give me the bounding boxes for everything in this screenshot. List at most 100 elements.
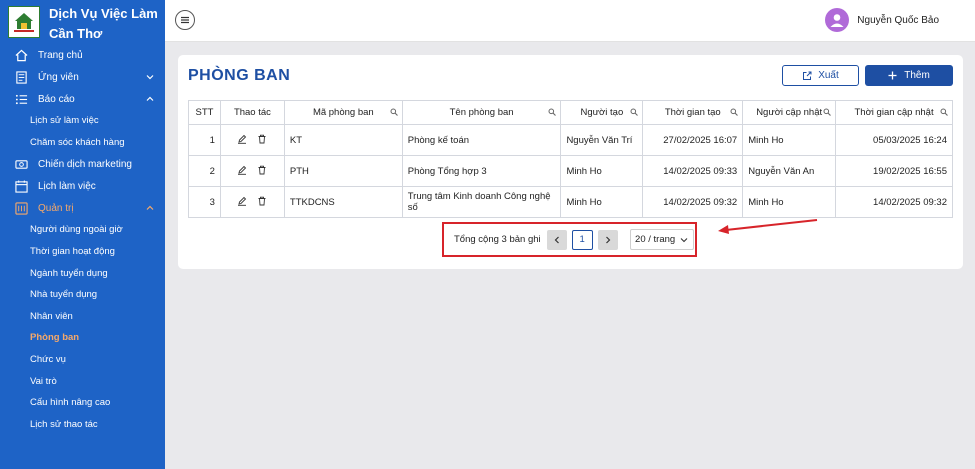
sidebar-item-positions[interactable]: Chức vụ	[0, 349, 165, 371]
sidebar-item-label: Ứng viên	[38, 71, 79, 83]
cell-created-time: 14/02/2025 09:33	[642, 155, 744, 187]
sidebar-item-roles[interactable]: Vai trò	[0, 370, 165, 392]
delete-icon[interactable]	[257, 196, 267, 206]
next-page-button[interactable]	[597, 229, 618, 250]
sidebar-item-industries[interactable]: Ngành tuyển dụng	[0, 262, 165, 284]
cell-name: Phòng Tổng hợp 3	[401, 155, 562, 187]
page-size-value: 20 / trang	[635, 234, 676, 245]
sidebar-item-operating-time[interactable]: Thời gian hoạt động	[0, 241, 165, 263]
brand-name: Dịch Vụ Việc Làm Cần Thơ	[49, 6, 158, 41]
search-icon[interactable]	[630, 108, 639, 116]
column-header-label: Mã phòng ban	[312, 107, 374, 118]
column-header-actions: Thao tác	[219, 100, 285, 125]
column-header-code[interactable]: Mã phòng ban	[283, 100, 403, 125]
cell-stt: 1	[188, 124, 221, 156]
cell-created-time: 27/02/2025 16:07	[642, 124, 744, 156]
search-icon[interactable]	[548, 108, 557, 116]
sidebar-item-action-history[interactable]: Lịch sử thao tác	[0, 414, 165, 436]
sidebar-item-departments[interactable]: Phòng ban	[0, 327, 165, 349]
chevron-down-icon	[145, 72, 155, 82]
home-icon	[14, 48, 28, 62]
delete-icon[interactable]	[257, 134, 267, 144]
search-icon[interactable]	[730, 108, 739, 116]
column-header-stt: STT	[188, 100, 221, 125]
sidebar-item-employers[interactable]: Nhà tuyển dụng	[0, 284, 165, 306]
department-table: STT Thao tác Mã phòng ban Tên phòng ban …	[188, 100, 953, 218]
cell-stt: 2	[188, 155, 221, 187]
user-menu[interactable]: Nguyễn Quốc Bảo	[825, 8, 939, 32]
column-header-label: Thời gian tạo	[664, 107, 721, 118]
cell-code: PTH	[283, 155, 403, 187]
search-icon[interactable]	[940, 108, 948, 116]
export-label: Xuất	[818, 70, 839, 81]
sidebar-item-offhours-users[interactable]: Người dùng ngoài giờ	[0, 219, 165, 241]
sidebar-item-schedule[interactable]: Lịch làm việc	[0, 175, 165, 197]
cell-updater: Nguyễn Văn An	[742, 155, 837, 187]
edit-icon[interactable]	[237, 134, 247, 144]
sidebar-item-marketing[interactable]: Chiến dịch marketing	[0, 153, 165, 175]
edit-icon[interactable]	[237, 196, 247, 206]
annotation-arrow	[718, 219, 818, 234]
avatar	[825, 8, 850, 32]
sidebar-item-reports[interactable]: Báo cáo	[0, 88, 165, 110]
plus-icon	[888, 71, 897, 80]
sidebar-item-work-history[interactable]: Lịch sử làm việc	[0, 110, 165, 132]
table-header-row: STT Thao tác Mã phòng ban Tên phòng ban …	[188, 100, 953, 125]
brand[interactable]: Dịch Vụ Việc Làm Cần Thơ	[0, 0, 165, 44]
cell-updated-time: 19/02/2025 16:55	[835, 155, 953, 187]
delete-icon[interactable]	[257, 165, 267, 175]
chevron-up-icon	[145, 203, 155, 213]
sidebar-item-home[interactable]: Trang chủ	[0, 44, 165, 66]
candidate-icon	[14, 70, 28, 84]
cell-actions	[219, 124, 285, 156]
add-label: Thêm	[904, 70, 930, 81]
menu-toggle-button[interactable]	[175, 10, 195, 30]
edit-icon[interactable]	[237, 165, 247, 175]
column-header-updater[interactable]: Người cập nhật	[742, 100, 837, 125]
chevron-up-icon	[145, 94, 155, 104]
page-title: PHÒNG BAN	[188, 67, 291, 84]
cell-actions	[219, 155, 285, 187]
add-button[interactable]: Thêm	[865, 65, 953, 86]
cell-creator: Nguyễn Văn Trí	[560, 124, 644, 156]
prev-page-button[interactable]	[546, 229, 567, 250]
cell-stt: 3	[188, 186, 221, 218]
cell-code: KT	[283, 124, 403, 156]
sidebar-item-admin[interactable]: Quản trị	[0, 197, 165, 219]
calendar-icon	[14, 179, 28, 193]
sidebar: Dịch Vụ Việc Làm Cần Thơ Trang chủ Ứng v…	[0, 0, 165, 469]
cell-updated-time: 05/03/2025 16:24	[835, 124, 953, 156]
cell-actions	[219, 186, 285, 218]
column-header-name[interactable]: Tên phòng ban	[401, 100, 562, 125]
column-header-creator[interactable]: Người tạo	[560, 100, 644, 125]
cell-name: Phòng kế toán	[401, 124, 562, 156]
admin-icon	[14, 201, 28, 215]
sidebar-nav: Trang chủ Ứng viên Báo cáo Lịch sử làm v…	[0, 44, 165, 435]
sidebar-item-label: Trang chủ	[38, 49, 83, 61]
menu-icon	[181, 16, 189, 24]
column-header-updated-time[interactable]: Thời gian cập nhật	[835, 100, 953, 125]
chevron-left-icon	[554, 236, 559, 243]
column-header-created-time[interactable]: Thời gian tạo	[642, 100, 744, 125]
sidebar-item-advanced-config[interactable]: Cấu hình nâng cao	[0, 392, 165, 414]
pagination-total: Tổng cộng 3 bản ghi	[454, 234, 541, 245]
sidebar-item-staff[interactable]: Nhân viên	[0, 306, 165, 328]
cell-updater: Minh Ho	[742, 124, 837, 156]
page-size-select[interactable]: 20 / trang	[629, 229, 694, 250]
search-icon[interactable]	[823, 108, 831, 116]
column-header-label: Tên phòng ban	[449, 107, 514, 118]
logo	[8, 6, 40, 38]
list-icon	[14, 92, 28, 106]
sidebar-item-label: Quản trị	[38, 202, 74, 214]
export-button[interactable]: Xuất	[782, 65, 859, 86]
sidebar-item-customer-care[interactable]: Chăm sóc khách hàng	[0, 132, 165, 154]
pagination: Tổng cộng 3 bản ghi 1 20 / trang	[442, 222, 697, 257]
page-number-button[interactable]: 1	[571, 229, 593, 250]
cell-created-time: 14/02/2025 09:32	[642, 186, 744, 218]
sidebar-item-label: Báo cáo	[38, 93, 75, 105]
user-icon	[830, 14, 844, 27]
sidebar-item-candidates[interactable]: Ứng viên	[0, 66, 165, 88]
cell-code: TTKDCNS	[283, 186, 403, 218]
search-icon[interactable]	[390, 108, 398, 116]
cell-updated-time: 14/02/2025 09:32	[835, 186, 953, 218]
